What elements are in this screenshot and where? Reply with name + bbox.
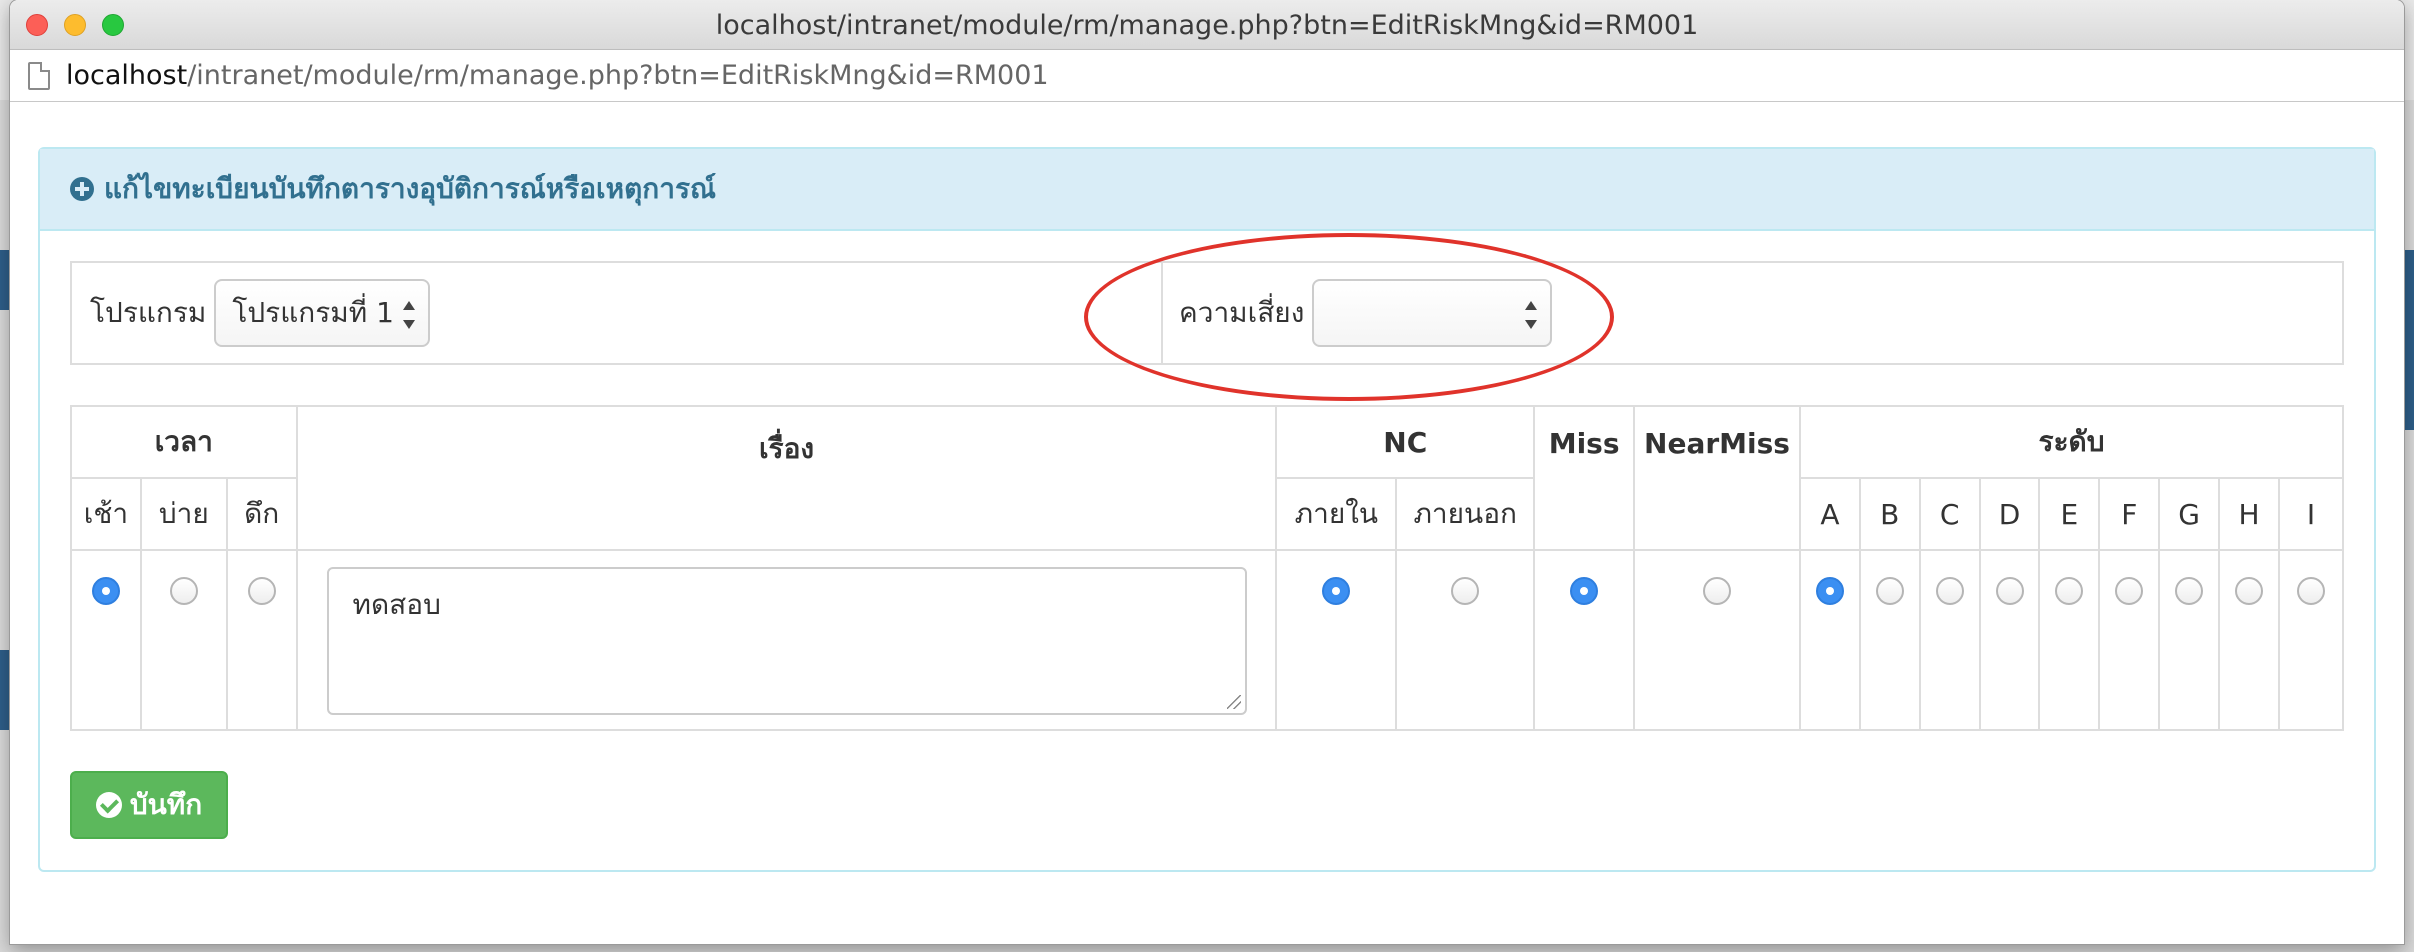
radio-level-d[interactable]: [1995, 577, 2024, 605]
check-circle-icon: [95, 792, 122, 818]
radio-miss[interactable]: [1570, 577, 1599, 605]
header-time-morning: เช้า: [70, 477, 142, 551]
header-nc: NC: [1275, 405, 1536, 479]
window-titlebar[interactable]: localhost/intranet/module/rm/manage.php?…: [10, 0, 2404, 50]
address-bar[interactable]: localhost/intranet/module/rm/manage.php?…: [10, 50, 2404, 102]
subject-text: ทดสอบ: [352, 588, 441, 621]
header-nearmiss: NearMiss: [1633, 405, 1801, 551]
header-subject: เรื่อง: [295, 405, 1278, 551]
risk-select[interactable]: [1312, 279, 1553, 347]
filter-row: โปรแกรม โปรแกรมที่ 1 ความเสี่ยง: [70, 261, 2344, 365]
panel-body: โปรแกรม โปรแกรมที่ 1 ความเสี่ยง เวลา เรื…: [40, 231, 2374, 839]
popup-window: localhost/intranet/module/rm/manage.php?…: [10, 0, 2404, 944]
radio-time-afternoon[interactable]: [169, 577, 198, 605]
risk-label: ความเสี่ยง: [1179, 296, 1305, 329]
radio-nc-internal[interactable]: [1322, 577, 1351, 605]
radio-nc-external[interactable]: [1451, 577, 1480, 605]
radio-nearmiss[interactable]: [1703, 577, 1731, 605]
save-button[interactable]: บันทึก: [70, 771, 228, 839]
header-time-afternoon: บ่าย: [139, 477, 228, 551]
header-level-d: D: [1978, 477, 2041, 551]
subject-textarea[interactable]: ทดสอบ: [326, 567, 1247, 715]
incident-table: เวลา เรื่อง NC Miss NearMiss ระดับ เช้า …: [70, 405, 2345, 731]
edit-panel: แก้ไขทะเบียนบันทึกตารางอุบัติการณ์หรือเห…: [38, 147, 2376, 872]
header-level-a: A: [1798, 477, 1861, 551]
table-row: ทดสอบ: [70, 549, 2345, 731]
radio-level-i[interactable]: [2296, 577, 2325, 605]
radio-level-f[interactable]: [2115, 577, 2144, 605]
program-label: โปรแกรม: [90, 296, 207, 329]
resize-grip-icon[interactable]: [1226, 695, 1241, 709]
radio-time-night[interactable]: [247, 577, 276, 605]
program-filter-cell: โปรแกรม โปรแกรมที่ 1: [72, 263, 1163, 363]
header-level-i: I: [2277, 477, 2345, 551]
risk-filter-cell: ความเสี่ยง: [1163, 263, 2342, 363]
panel-heading: แก้ไขทะเบียนบันทึกตารางอุบัติการณ์หรือเห…: [40, 149, 2374, 231]
radio-level-e[interactable]: [2055, 577, 2084, 605]
select-arrows-icon: [1524, 301, 1538, 329]
window-title: localhost/intranet/module/rm/manage.php?…: [715, 10, 1699, 41]
plus-circle-icon: [70, 177, 94, 201]
header-nc-internal: ภายใน: [1275, 477, 1398, 551]
header-level-h: H: [2218, 477, 2280, 551]
url-host: localhost: [66, 60, 188, 91]
program-select-value: โปรแกรมที่ 1: [232, 296, 394, 329]
radio-level-g[interactable]: [2175, 577, 2204, 605]
header-level-f: F: [2098, 477, 2161, 551]
page-content: แก้ไขทะเบียนบันทึกตารางอุบัติการณ์หรือเห…: [10, 102, 2404, 944]
program-select[interactable]: โปรแกรมที่ 1: [214, 279, 431, 347]
header-level: ระดับ: [1798, 405, 2345, 479]
radio-level-c[interactable]: [1935, 577, 1964, 605]
url-path: /intranet/module/rm/manage.php?btn=EditR…: [187, 60, 1049, 91]
radio-level-b[interactable]: [1875, 577, 1904, 605]
header-miss: Miss: [1533, 405, 1636, 551]
document-icon: [28, 61, 50, 90]
header-time: เวลา: [70, 405, 298, 479]
save-button-label: บันทึก: [129, 788, 203, 821]
select-arrows-icon: [402, 301, 416, 329]
panel-title: แก้ไขทะเบียนบันทึกตารางอุบัติการณ์หรือเห…: [104, 172, 716, 205]
radio-level-h[interactable]: [2235, 577, 2264, 605]
header-level-g: G: [2158, 477, 2221, 551]
header-level-b: B: [1858, 477, 1921, 551]
header-nc-external: ภายนอก: [1395, 477, 1536, 551]
header-level-e: E: [2038, 477, 2101, 551]
radio-level-a[interactable]: [1815, 577, 1844, 605]
header-level-c: C: [1918, 477, 1981, 551]
radio-time-morning[interactable]: [91, 577, 120, 605]
header-time-night: ดึก: [225, 477, 298, 551]
